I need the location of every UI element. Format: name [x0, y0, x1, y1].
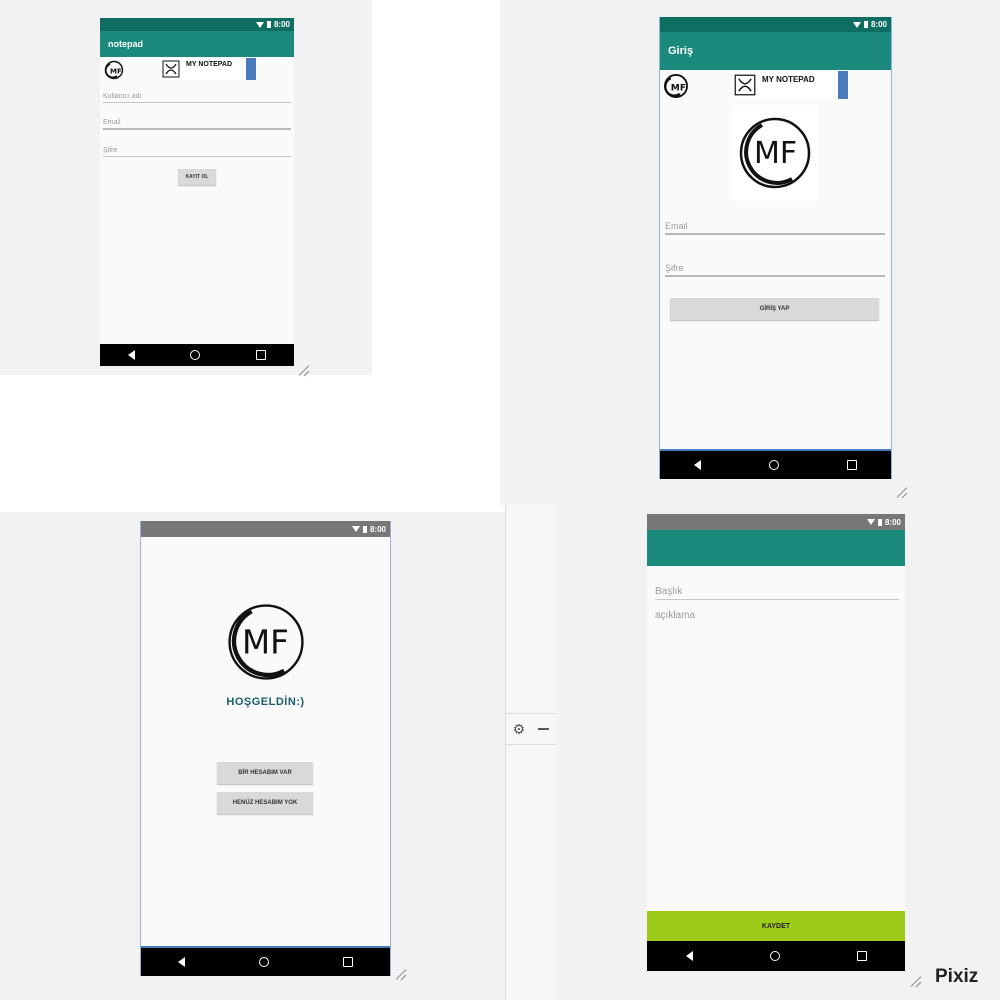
- status-time: 8:00: [273, 20, 290, 29]
- no-account-button[interactable]: HENÜZ HESABIM YOK: [217, 792, 313, 814]
- mf-logo-graphic: MF: [739, 117, 811, 189]
- banner-title: MY NOTEPAD: [762, 75, 815, 84]
- home-icon[interactable]: [259, 957, 269, 967]
- description-placeholder: açıklama: [655, 610, 696, 621]
- home-icon[interactable]: [190, 350, 201, 360]
- save-button[interactable]: KAYDET: [647, 911, 905, 941]
- recents-icon[interactable]: [256, 350, 267, 360]
- back-icon[interactable]: [127, 350, 135, 360]
- recents-icon[interactable]: [847, 460, 857, 470]
- svg-text:MF: MF: [671, 84, 686, 94]
- save-button-label: KAYDET: [761, 922, 791, 930]
- ide-toolbar: ⚙: [506, 713, 556, 745]
- status-bar: 8:00: [647, 514, 905, 530]
- app-banner: MY NOTEPAD: [160, 58, 256, 80]
- app-bar: notepad: [100, 31, 294, 57]
- resize-handle-icon[interactable]: [298, 364, 310, 376]
- password-placeholder: Şifre: [665, 263, 684, 273]
- banner-logo: [734, 74, 756, 96]
- battery-icon: [877, 518, 882, 526]
- email-placeholder: Email: [665, 221, 688, 231]
- mf-logo-small: MF: [104, 60, 124, 80]
- app-title: notepad: [108, 39, 143, 49]
- email-field[interactable]: Email: [103, 113, 291, 130]
- resize-handle-icon[interactable]: [896, 486, 908, 498]
- banner-logo: [162, 60, 180, 78]
- svg-text:MF: MF: [110, 68, 122, 76]
- banner-title: MY NOTEPAD: [186, 61, 233, 68]
- password-placeholder: Şifre: [103, 147, 118, 154]
- username-field[interactable]: Kullanıcı adı: [103, 86, 291, 103]
- mf-logo-large: MF: [221, 596, 311, 688]
- banner-stripe: [246, 58, 256, 80]
- minus-icon[interactable]: [538, 728, 550, 730]
- recents-icon[interactable]: [856, 951, 867, 961]
- status-time: 8:00: [369, 524, 386, 534]
- username-placeholder: Kullanıcı adı: [103, 93, 142, 100]
- quadrant-welcome: 8:00 MF HOŞGELDİN:) BİR HESABIM VAR HENÜ…: [0, 512, 505, 1000]
- watermark: Pixiz: [935, 966, 979, 987]
- mf-logo-large: MF: [732, 105, 818, 201]
- home-icon[interactable]: [769, 460, 779, 470]
- email-placeholder: Email: [103, 119, 121, 126]
- description-field[interactable]: açıklama: [655, 610, 899, 632]
- banner-stripe: [838, 71, 848, 99]
- home-icon[interactable]: [769, 951, 780, 961]
- wifi-icon: [866, 519, 875, 525]
- phone-register: 8:00 notepad MF MY NOTEPAD Kullanıcı adı…: [100, 18, 294, 366]
- wifi-icon: [351, 526, 360, 532]
- nav-bar: [647, 941, 905, 971]
- back-icon[interactable]: [178, 957, 185, 967]
- welcome-greeting: HOŞGELDİN:): [226, 696, 305, 708]
- status-time: 8:00: [870, 20, 887, 29]
- mf-logo-small: MF: [664, 74, 688, 98]
- title-placeholder: Başlık: [655, 586, 683, 597]
- nav-bar: [141, 948, 390, 976]
- status-bar: 8:00: [100, 18, 294, 31]
- password-field[interactable]: Şifre: [665, 257, 885, 277]
- status-time: 8:00: [884, 517, 901, 527]
- app-bar: Giriş: [660, 32, 891, 70]
- battery-icon: [266, 21, 271, 28]
- mf-logo-text: MF: [754, 136, 797, 171]
- battery-icon: [362, 525, 367, 533]
- mf-logo-graphic: MF: [228, 604, 304, 680]
- back-icon[interactable]: [685, 951, 693, 961]
- title-field[interactable]: Başlık: [655, 574, 899, 600]
- wifi-icon: [852, 21, 861, 28]
- wifi-icon: [255, 21, 264, 28]
- quadrant-register: 8:00 notepad MF MY NOTEPAD Kullanıcı adı…: [0, 0, 372, 375]
- resize-handle-icon[interactable]: [395, 968, 407, 980]
- resize-handle-icon[interactable]: [910, 975, 922, 987]
- phone-welcome: 8:00 MF HOŞGELDİN:) BİR HESABIM VAR HENÜ…: [140, 521, 391, 976]
- app-bar: [647, 530, 905, 566]
- gear-icon[interactable]: ⚙: [513, 721, 526, 738]
- quadrant-note: 8:00 Başlık açıklama KAYDET: [556, 505, 1000, 1000]
- back-icon[interactable]: [694, 460, 701, 470]
- app-banner: MY NOTEPAD: [732, 71, 848, 99]
- battery-icon: [863, 21, 868, 28]
- status-bar: 8:00: [141, 521, 390, 537]
- have-account-button[interactable]: BİR HESABIM VAR: [217, 762, 313, 784]
- phone-login: 8:00 Giriş MF MY NOTEPAD MF Email Şifre …: [659, 17, 892, 479]
- mf-logo-text: MF: [242, 624, 289, 662]
- recents-icon[interactable]: [343, 957, 353, 967]
- nav-bar: [100, 344, 294, 366]
- phone-note: 8:00 Başlık açıklama KAYDET: [647, 514, 905, 971]
- login-button[interactable]: GİRİŞ YAP: [670, 298, 879, 320]
- quadrant-login: 8:00 Giriş MF MY NOTEPAD MF Email Şifre …: [500, 0, 1000, 505]
- password-field[interactable]: Şifre: [103, 140, 291, 157]
- app-title: Giriş: [668, 45, 694, 57]
- status-bar: 8:00: [660, 17, 891, 32]
- register-button[interactable]: KAYIT OL: [178, 169, 216, 185]
- email-field[interactable]: Email: [665, 215, 885, 235]
- nav-bar: [660, 451, 891, 479]
- ide-side-panel: ⚙: [505, 505, 557, 1000]
